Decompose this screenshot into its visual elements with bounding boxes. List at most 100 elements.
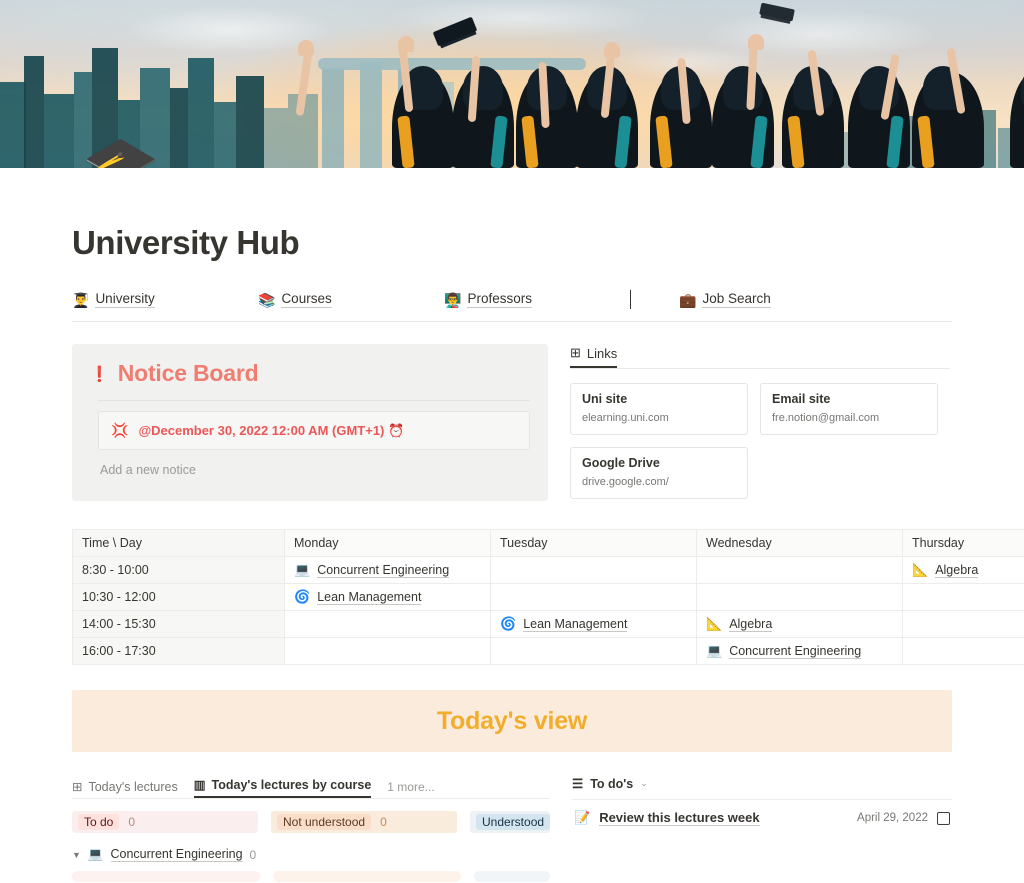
todos-panel: ☰ To do's ⌄ 📝 Review this lectures week … [572, 776, 952, 883]
col-header-tuesday[interactable]: Tuesday [490, 529, 697, 557]
notice-divider [98, 400, 530, 401]
schedule-cell[interactable] [490, 583, 697, 611]
link-card[interactable]: Email site fre.notion@gmail.com [760, 383, 938, 435]
books-icon: 📚 [258, 291, 276, 308]
group-placeholder-row [72, 871, 550, 882]
laptop-icon: 💻 [706, 643, 723, 658]
schedule-cell[interactable]: 💻 Concurrent Engineering [696, 637, 903, 665]
section-nav: 👨‍🎓 University 📚 Courses 👨‍🏫 Professors … [72, 278, 952, 322]
kanban-column-not-understood: Not understood 0 [271, 811, 457, 833]
exclamation-icon: ❗ [90, 365, 109, 383]
group-row-concurrent-engineering[interactable]: ▼ 💻 Concurrent Engineering 0 [72, 847, 550, 862]
nav-item-professors[interactable]: 👨‍🏫 Professors [444, 291, 630, 308]
board-columns-icon: ▥ [193, 778, 206, 792]
link-url: elearning.uni.com [582, 412, 669, 424]
nav-label-professors: Professors [467, 291, 532, 308]
schedule-cell[interactable] [902, 610, 1024, 638]
col-header-monday[interactable]: Monday [284, 529, 491, 557]
links-underline [570, 368, 950, 369]
page-icon-graduation-cap[interactable]: 🎓 [82, 138, 159, 169]
schedule-cell[interactable]: 📐 Algebra [902, 556, 1024, 584]
cyclone-icon: 🌀 [500, 616, 517, 631]
schedule-cell[interactable] [284, 637, 491, 665]
todos-header[interactable]: ☰ To do's ⌄ [572, 776, 952, 792]
time-slot: 8:30 - 10:00 [72, 556, 285, 584]
todos-title: To do's [590, 776, 634, 791]
time-slot: 16:00 - 17:30 [72, 637, 285, 665]
schedule-cell[interactable]: 📐 Algebra [696, 610, 903, 638]
laptop-icon: 💻 [87, 847, 104, 861]
schedule-cell[interactable] [490, 556, 697, 584]
placeholder-bar [273, 871, 462, 882]
schedule-table: Time \ Day Monday Tuesday Wednesday Thur… [72, 529, 1024, 665]
status-badge-understood[interactable]: Understood [476, 814, 551, 830]
chevron-down-icon[interactable]: ⌄ [640, 778, 648, 789]
student-icon: 👨‍🎓 [72, 291, 90, 308]
triangular-ruler-icon: 📐 [912, 562, 929, 577]
notice-board-title: Notice Board [117, 360, 259, 386]
kanban-column-understood: Understood [470, 811, 551, 833]
schedule-cell[interactable] [696, 556, 903, 584]
list-icon: ☰ [572, 777, 584, 791]
course-label: Concurrent Engineering [729, 643, 862, 659]
nav-divider [630, 290, 631, 309]
link-title: Uni site [582, 392, 628, 406]
lectures-board: ⊞ Today's lectures ▥ Today's lectures by… [72, 776, 551, 883]
chevron-down-icon[interactable]: ▼ [72, 850, 81, 860]
tab-todays-lectures[interactable]: ⊞ Today's lectures [72, 779, 178, 798]
today-view-title: Today's view [436, 706, 588, 735]
notice-item[interactable]: 💢 @December 30, 2022 12:00 AM (GMT+1) ⏰ [98, 411, 530, 450]
col-header-time[interactable]: Time \ Day [72, 529, 285, 557]
course-label: Concurrent Engineering [317, 562, 450, 578]
placeholder-bar [72, 871, 261, 882]
schedule-cell[interactable] [902, 637, 1024, 665]
schedule-cell[interactable]: 🌀 Lean Management [490, 610, 697, 638]
course-label: Lean Management [317, 589, 422, 605]
column-count: 0 [380, 815, 387, 829]
todo-checkbox[interactable] [937, 811, 950, 825]
nav-item-job-search[interactable]: 💼 Job Search [679, 291, 771, 308]
todo-date: April 29, 2022 [857, 812, 928, 824]
schedule-cell[interactable]: 💻 Concurrent Engineering [284, 556, 491, 584]
links-tab-row: ⊞ Links [570, 344, 950, 368]
lectures-tab-row: ⊞ Today's lectures ▥ Today's lectures by… [72, 776, 550, 798]
course-label: Algebra [729, 616, 773, 632]
nav-label-university: University [95, 291, 155, 308]
col-header-wednesday[interactable]: Wednesday [696, 529, 903, 557]
gallery-grid-icon: ⊞ [72, 780, 83, 794]
table-row: 10:30 - 12:00 🌀 Lean Management [72, 583, 1024, 611]
placeholder-bar [474, 871, 550, 882]
today-view-banner: Today's view [72, 690, 952, 752]
status-badge-not-understood[interactable]: Not understood [277, 814, 372, 830]
links-grid: Uni site elearning.uni.com Email site fr… [570, 383, 950, 499]
nav-label-courses: Courses [281, 291, 332, 308]
link-url: fre.notion@gmail.com [772, 412, 880, 424]
group-count: 0 [249, 847, 257, 862]
memo-icon: 📝 [574, 810, 591, 825]
column-count: 0 [128, 815, 136, 829]
link-card[interactable]: Uni site elearning.uni.com [570, 383, 748, 435]
tabs-more-button[interactable]: 1 more... [387, 780, 434, 798]
links-column: ⊞ Links Uni site elearning.uni.com Email… [570, 344, 950, 499]
kanban-columns: To do 0 Not understood 0 Understood [72, 811, 551, 833]
schedule-cell[interactable] [902, 583, 1024, 611]
todo-label: Review this lectures week [599, 810, 760, 826]
nav-item-courses[interactable]: 📚 Courses [258, 291, 444, 308]
upper-columns: ❗ Notice Board 💢 @December 30, 2022 12:0… [72, 344, 952, 501]
tab-links[interactable]: ⊞ Links [570, 345, 618, 368]
col-header-thursday[interactable]: Thursday [902, 529, 1024, 557]
table-row: 14:00 - 15:30 🌀 Lean Management 📐 Algebra [72, 610, 1024, 638]
status-badge-todo[interactable]: To do [78, 814, 120, 830]
tab-todays-lectures-by-course[interactable]: ▥ Today's lectures by course [193, 777, 372, 798]
todo-item[interactable]: 📝 Review this lectures week April 29, 20… [572, 800, 952, 826]
schedule-cell[interactable] [696, 583, 903, 611]
link-card[interactable]: Google Drive drive.google.com/ [570, 447, 748, 499]
tab-links-label: Links [586, 345, 618, 361]
add-notice-button[interactable]: Add a new notice [98, 459, 198, 481]
schedule-cell[interactable] [490, 637, 697, 665]
lectures-tab-rule [72, 798, 550, 799]
schedule-cell[interactable]: 🌀 Lean Management [284, 583, 491, 611]
notice-item-date: @December 30, 2022 12:00 AM (GMT+1) ⏰ [138, 422, 405, 438]
schedule-cell[interactable] [284, 610, 491, 638]
nav-item-university[interactable]: 👨‍🎓 University [72, 291, 258, 308]
